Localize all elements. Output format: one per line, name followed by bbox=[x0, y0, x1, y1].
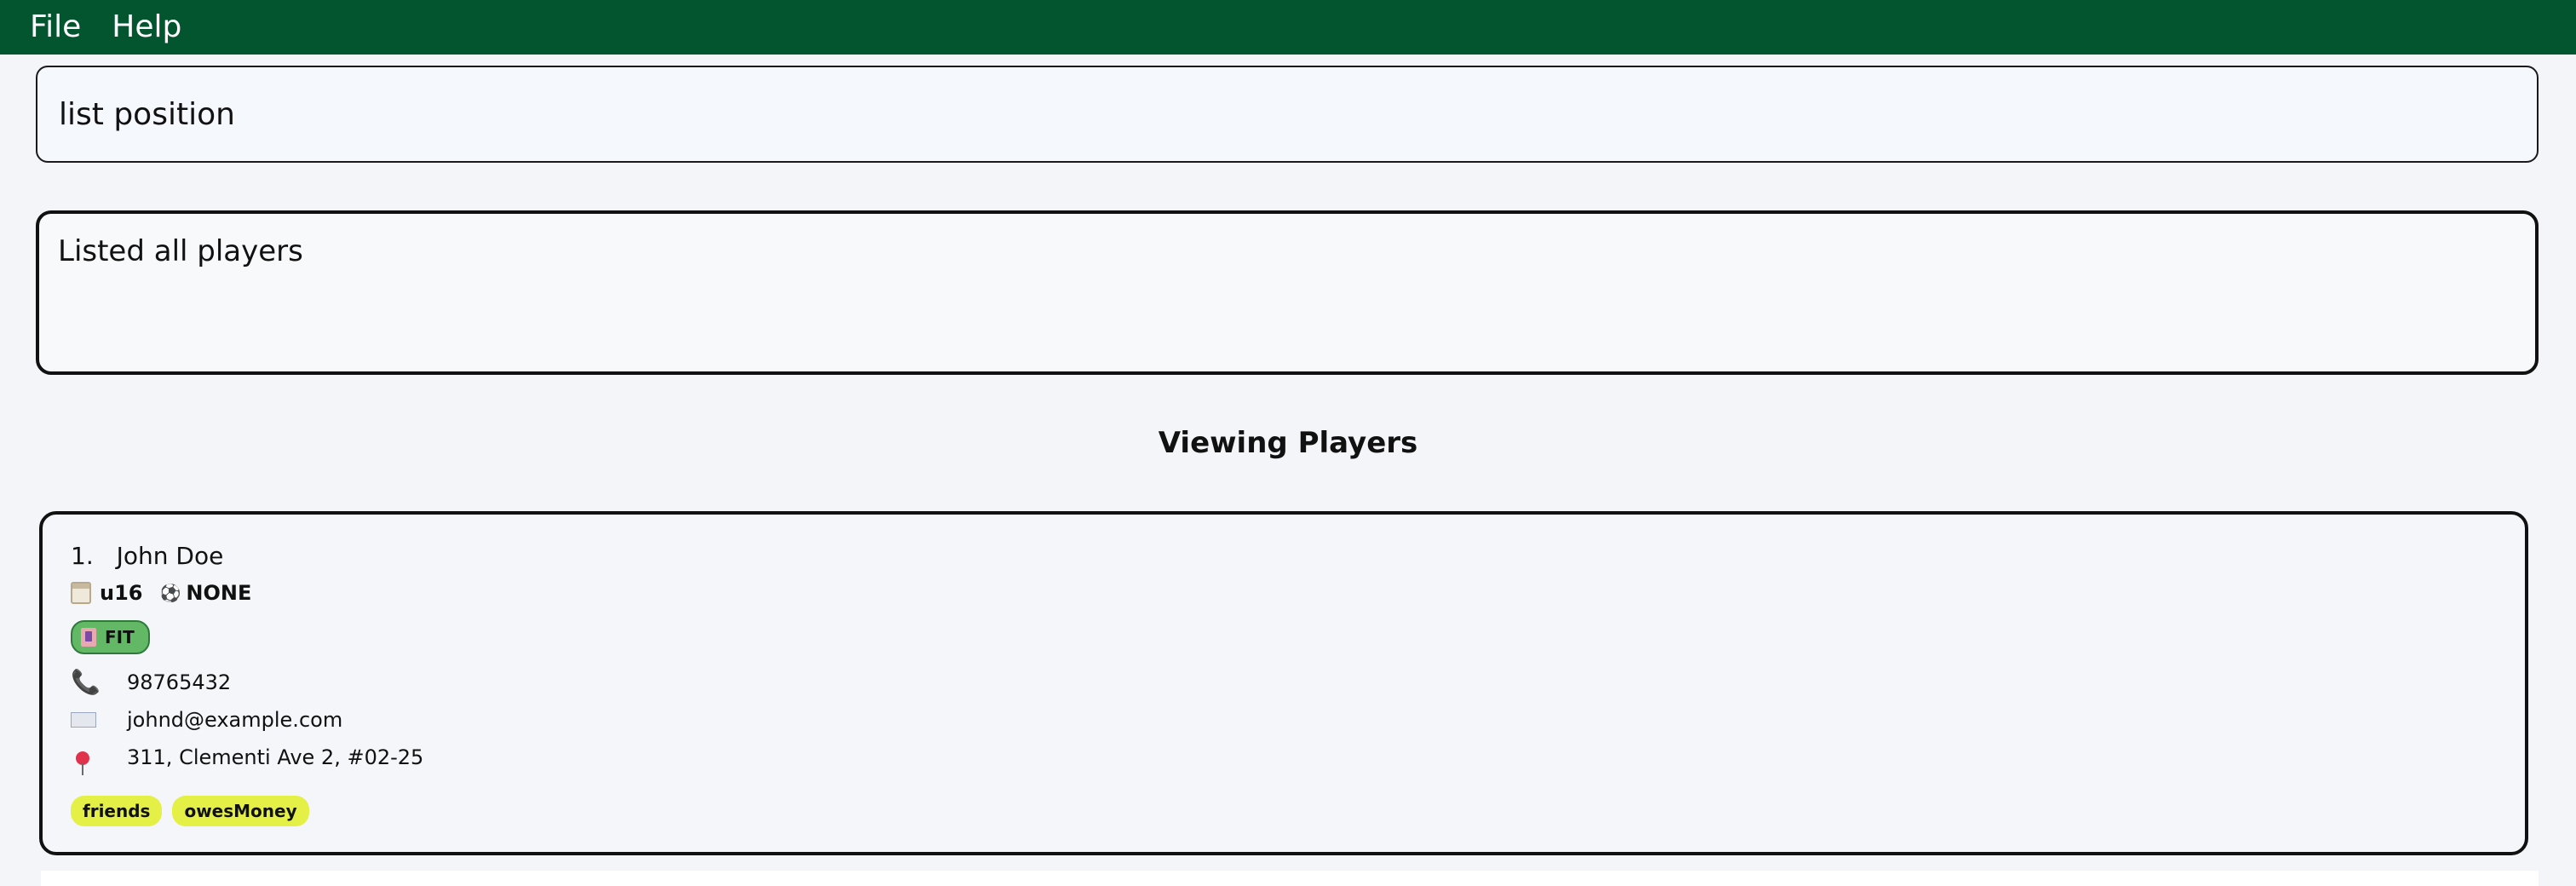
command-input[interactable] bbox=[57, 95, 2537, 133]
command-box bbox=[36, 66, 2539, 163]
menu-bar: File Help bbox=[0, 0, 2576, 55]
tags-row: friends owesMoney bbox=[71, 796, 309, 826]
player-team: u16 bbox=[100, 581, 143, 605]
fit-status-icon bbox=[81, 628, 96, 647]
address-row: 311, Clementi Ave 2, #02-25 bbox=[71, 743, 424, 775]
player-address: 311, Clementi Ave 2, #02-25 bbox=[127, 745, 424, 769]
list-title: Viewing Players bbox=[1158, 426, 1418, 460]
player-email: johnd@example.com bbox=[127, 707, 343, 732]
result-display: Listed all players bbox=[36, 210, 2539, 375]
player-card[interactable]: 1. John Doe u16 ⚽ NONE FIT 📞 98765432 jo… bbox=[39, 511, 2528, 855]
player-meta-row: u16 ⚽ NONE bbox=[71, 581, 251, 605]
menu-help[interactable]: Help bbox=[96, 0, 197, 55]
email-row: johnd@example.com bbox=[71, 705, 342, 734]
map-pin-icon bbox=[76, 751, 89, 775]
next-card-edge bbox=[41, 871, 2539, 886]
email-icon-wrap bbox=[71, 705, 105, 734]
phone-icon: 📞 bbox=[71, 668, 101, 696]
status-label: FIT bbox=[105, 627, 135, 647]
phone-row: 📞 98765432 bbox=[71, 668, 231, 696]
address-icon-wrap bbox=[71, 743, 105, 775]
envelope-icon bbox=[71, 712, 96, 728]
soccer-ball-icon: ⚽ bbox=[159, 583, 181, 603]
tag: owesMoney bbox=[172, 796, 309, 826]
status-badge: FIT bbox=[71, 620, 150, 654]
calendar-icon bbox=[71, 582, 91, 604]
tag: friends bbox=[71, 796, 163, 826]
player-position: NONE bbox=[186, 581, 252, 605]
menu-file[interactable]: File bbox=[14, 0, 96, 55]
result-message: Listed all players bbox=[58, 234, 303, 268]
player-phone: 98765432 bbox=[127, 670, 232, 694]
player-index: 1. bbox=[71, 542, 94, 570]
player-name-row: 1. John Doe bbox=[71, 542, 223, 570]
player-name: John Doe bbox=[116, 542, 224, 570]
